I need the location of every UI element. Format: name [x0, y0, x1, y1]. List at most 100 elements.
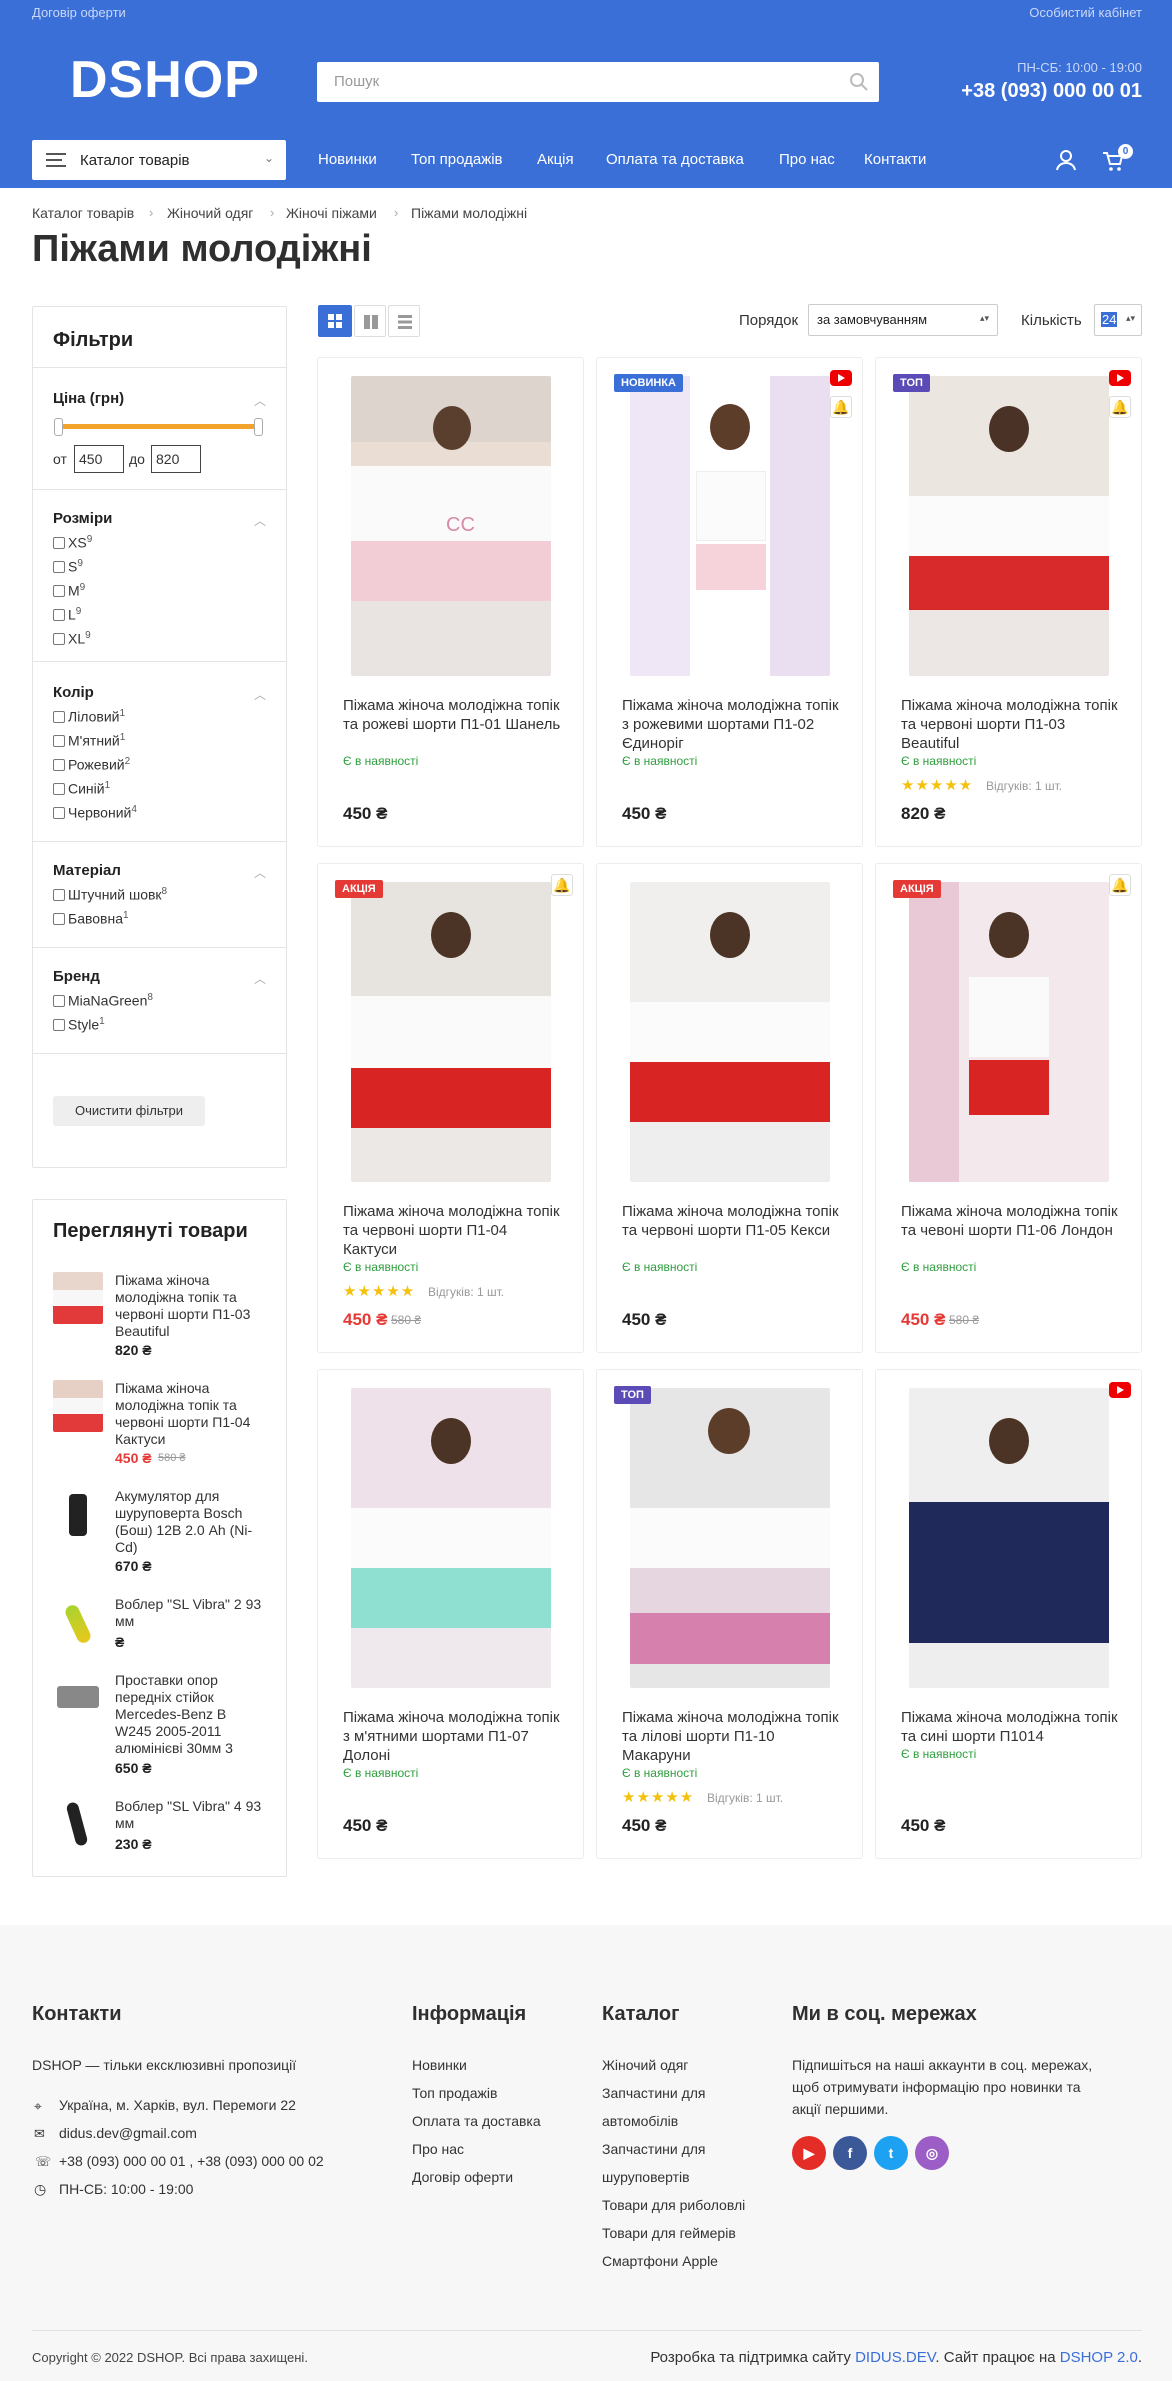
size-option[interactable]: L9	[53, 606, 81, 623]
catalog-button[interactable]: Каталог товарів ⌄	[32, 140, 286, 180]
product-title[interactable]: Піжама жіноча молодіжна топік з рожевими…	[622, 696, 842, 753]
product-image[interactable]: CC	[351, 376, 551, 676]
brand-option[interactable]: Style1	[53, 1016, 105, 1033]
size-option[interactable]: S9	[53, 558, 83, 575]
youtube-icon[interactable]	[1109, 370, 1131, 386]
youtube-icon[interactable]	[830, 370, 852, 386]
youtube-icon[interactable]: ▶	[792, 2136, 826, 2170]
color-option[interactable]: Рожевий2	[53, 756, 130, 773]
product-title[interactable]: Піжама жіноча молодіжна топік та червоні…	[343, 1202, 563, 1259]
product-image[interactable]	[909, 882, 1109, 1182]
price-min-handle[interactable]	[54, 418, 63, 436]
chevron-up-icon[interactable]: ︿	[254, 512, 266, 529]
footer-catalog-link[interactable]: Товари для геймерів	[602, 2225, 736, 2241]
viewed-product[interactable]: Проставки опор передніх стійок Mercedes-…	[53, 1672, 268, 1792]
clear-filters-button[interactable]: Очистити фільтри	[53, 1096, 205, 1126]
search-input[interactable]: Пошук	[317, 62, 879, 102]
material-option[interactable]: Штучний шовк8	[53, 886, 167, 903]
color-option[interactable]: Червоний4	[53, 804, 137, 821]
chevron-up-icon[interactable]: ︿	[254, 686, 266, 703]
bell-icon[interactable]: 🔔	[551, 874, 573, 896]
bell-icon[interactable]: 🔔	[1109, 396, 1131, 418]
product-image[interactable]	[630, 882, 830, 1182]
product-title[interactable]: Піжама жіноча молодіжна топік та сині шо…	[901, 1708, 1121, 1746]
product-card[interactable]: АКЦІЯ 🔔 Піжама жіноча молодіжна топік та…	[317, 863, 584, 1353]
product-card[interactable]: Піжама жіноча молодіжна топік та червоні…	[596, 863, 863, 1353]
footer-catalog-link[interactable]: Смартфони Apple	[602, 2253, 718, 2269]
product-card[interactable]: АКЦІЯ 🔔 Піжама жіноча молодіжна топік та…	[875, 863, 1142, 1353]
phone-number[interactable]: +38 (093) 000 00 01	[961, 80, 1142, 103]
product-card[interactable]: CC Піжама жіноча молодіжна топік та роже…	[317, 357, 584, 847]
product-title[interactable]: Піжама жіноча молодіжна топік та червоні…	[901, 696, 1121, 753]
nav-sale[interactable]: Акція	[537, 151, 574, 168]
nav-top[interactable]: Топ продажів	[411, 151, 503, 168]
reviews-count[interactable]: Відгуків: 1 шт.	[707, 1791, 783, 1805]
product-title[interactable]: Піжама жіноча молодіжна топік та рожеві …	[343, 696, 563, 734]
footer-phones[interactable]: +38 (093) 000 00 01 , +38 (093) 000 00 0…	[59, 2153, 324, 2169]
brand-option[interactable]: MiaNaGreen8	[53, 992, 153, 1009]
product-card[interactable]: Піжама жіноча молодіжна топік з м'ятними…	[317, 1369, 584, 1859]
user-icon[interactable]	[1056, 149, 1076, 171]
breadcrumb-item[interactable]: Каталог товарів	[32, 205, 134, 221]
product-card[interactable]: НОВИНКА 🔔 Піжама жіноча молодіжна топік …	[596, 357, 863, 847]
facebook-icon[interactable]: f	[833, 2136, 867, 2170]
order-select[interactable]: за замовчуванням ▴▾	[808, 304, 998, 336]
footer-info-link[interactable]: Новинки	[412, 2057, 467, 2073]
list-view-button[interactable]	[388, 305, 420, 337]
product-title[interactable]: Піжама жіноча молодіжна топік та червоні…	[622, 1202, 842, 1240]
footer-catalog-link[interactable]: автомобілів	[602, 2113, 678, 2129]
logo[interactable]: DSHOP	[70, 50, 260, 110]
product-image[interactable]	[909, 376, 1109, 676]
developer-link[interactable]: DIDUS.DEV	[855, 2349, 935, 2366]
product-image[interactable]	[351, 882, 551, 1182]
footer-info-link[interactable]: Договір оферти	[412, 2169, 513, 2185]
footer-info-link[interactable]: Про нас	[412, 2141, 464, 2157]
footer-catalog-link[interactable]: шуруповертів	[602, 2169, 690, 2185]
viewed-product[interactable]: Воблер "SL Vibra" 4 93 мм 230 ₴	[53, 1798, 268, 1858]
reviews-count[interactable]: Відгуків: 1 шт.	[428, 1285, 504, 1299]
footer-info-link[interactable]: Топ продажів	[412, 2085, 497, 2101]
footer-catalog-link[interactable]: Запчастини для	[602, 2141, 706, 2157]
size-option[interactable]: XS9	[53, 534, 92, 551]
chevron-up-icon[interactable]: ︿	[254, 864, 266, 881]
product-card[interactable]: Піжама жіноча молодіжна топік та сині шо…	[875, 1369, 1142, 1859]
viewed-product[interactable]: Піжама жіноча молодіжна топік та червоні…	[53, 1380, 268, 1480]
viewed-product[interactable]: Піжама жіноча молодіжна топік та червоні…	[53, 1272, 268, 1372]
footer-catalog-link[interactable]: Товари для риболовлі	[602, 2197, 745, 2213]
bell-icon[interactable]: 🔔	[1109, 874, 1131, 896]
color-option[interactable]: М'ятний1	[53, 732, 125, 749]
twitter-icon[interactable]: t	[874, 2136, 908, 2170]
nav-contacts[interactable]: Контакти	[864, 151, 926, 168]
offer-link[interactable]: Договір оферти	[32, 5, 126, 20]
footer-catalog-link[interactable]: Жіночий одяг	[602, 2057, 688, 2073]
youtube-icon[interactable]	[1109, 1382, 1131, 1398]
product-image[interactable]	[630, 1388, 830, 1688]
breadcrumb-item[interactable]: Жіночі піжами	[286, 205, 377, 221]
nav-new[interactable]: Новинки	[318, 151, 377, 168]
instagram-icon[interactable]: ◎	[915, 2136, 949, 2170]
color-option[interactable]: Лiловий1	[53, 708, 125, 725]
search-icon[interactable]	[849, 72, 869, 92]
product-title[interactable]: Піжама жіноча молодіжна топік та чевоні …	[901, 1202, 1121, 1240]
price-max-handle[interactable]	[254, 418, 263, 436]
reviews-count[interactable]: Відгуків: 1 шт.	[986, 779, 1062, 793]
nav-about[interactable]: Про нас	[779, 151, 835, 168]
product-image[interactable]	[351, 1388, 551, 1688]
viewed-product[interactable]: Акумулятор для шуруповерта Bosch (Бош) 1…	[53, 1488, 268, 1588]
footer-info-link[interactable]: Оплата та доставка	[412, 2113, 541, 2129]
product-image[interactable]	[630, 376, 830, 676]
product-image[interactable]	[909, 1388, 1109, 1688]
account-link[interactable]: Особистий кабінет	[1029, 5, 1142, 20]
viewed-product[interactable]: Воблер "SL Vibra" 2 93 мм ₴	[53, 1596, 268, 1676]
color-option[interactable]: Синій1	[53, 780, 110, 797]
footer-email[interactable]: didus.dev@gmail.com	[59, 2125, 197, 2141]
breadcrumb-item[interactable]: Жіночий одяг	[167, 205, 253, 221]
product-card[interactable]: ТОП 🔔 Піжама жіноча молодіжна топік та ч…	[875, 357, 1142, 847]
grid-view-button[interactable]	[318, 305, 352, 337]
nav-delivery[interactable]: Оплата та доставка	[606, 151, 744, 168]
platform-link[interactable]: DSHOP 2.0	[1060, 2349, 1138, 2366]
price-from-input[interactable]: 450	[74, 445, 124, 473]
product-title[interactable]: Піжама жіноча молодіжна топік та лілові …	[622, 1708, 842, 1765]
quantity-select[interactable]: 24 ▴▾	[1094, 304, 1142, 336]
chevron-up-icon[interactable]: ︿	[254, 970, 266, 987]
